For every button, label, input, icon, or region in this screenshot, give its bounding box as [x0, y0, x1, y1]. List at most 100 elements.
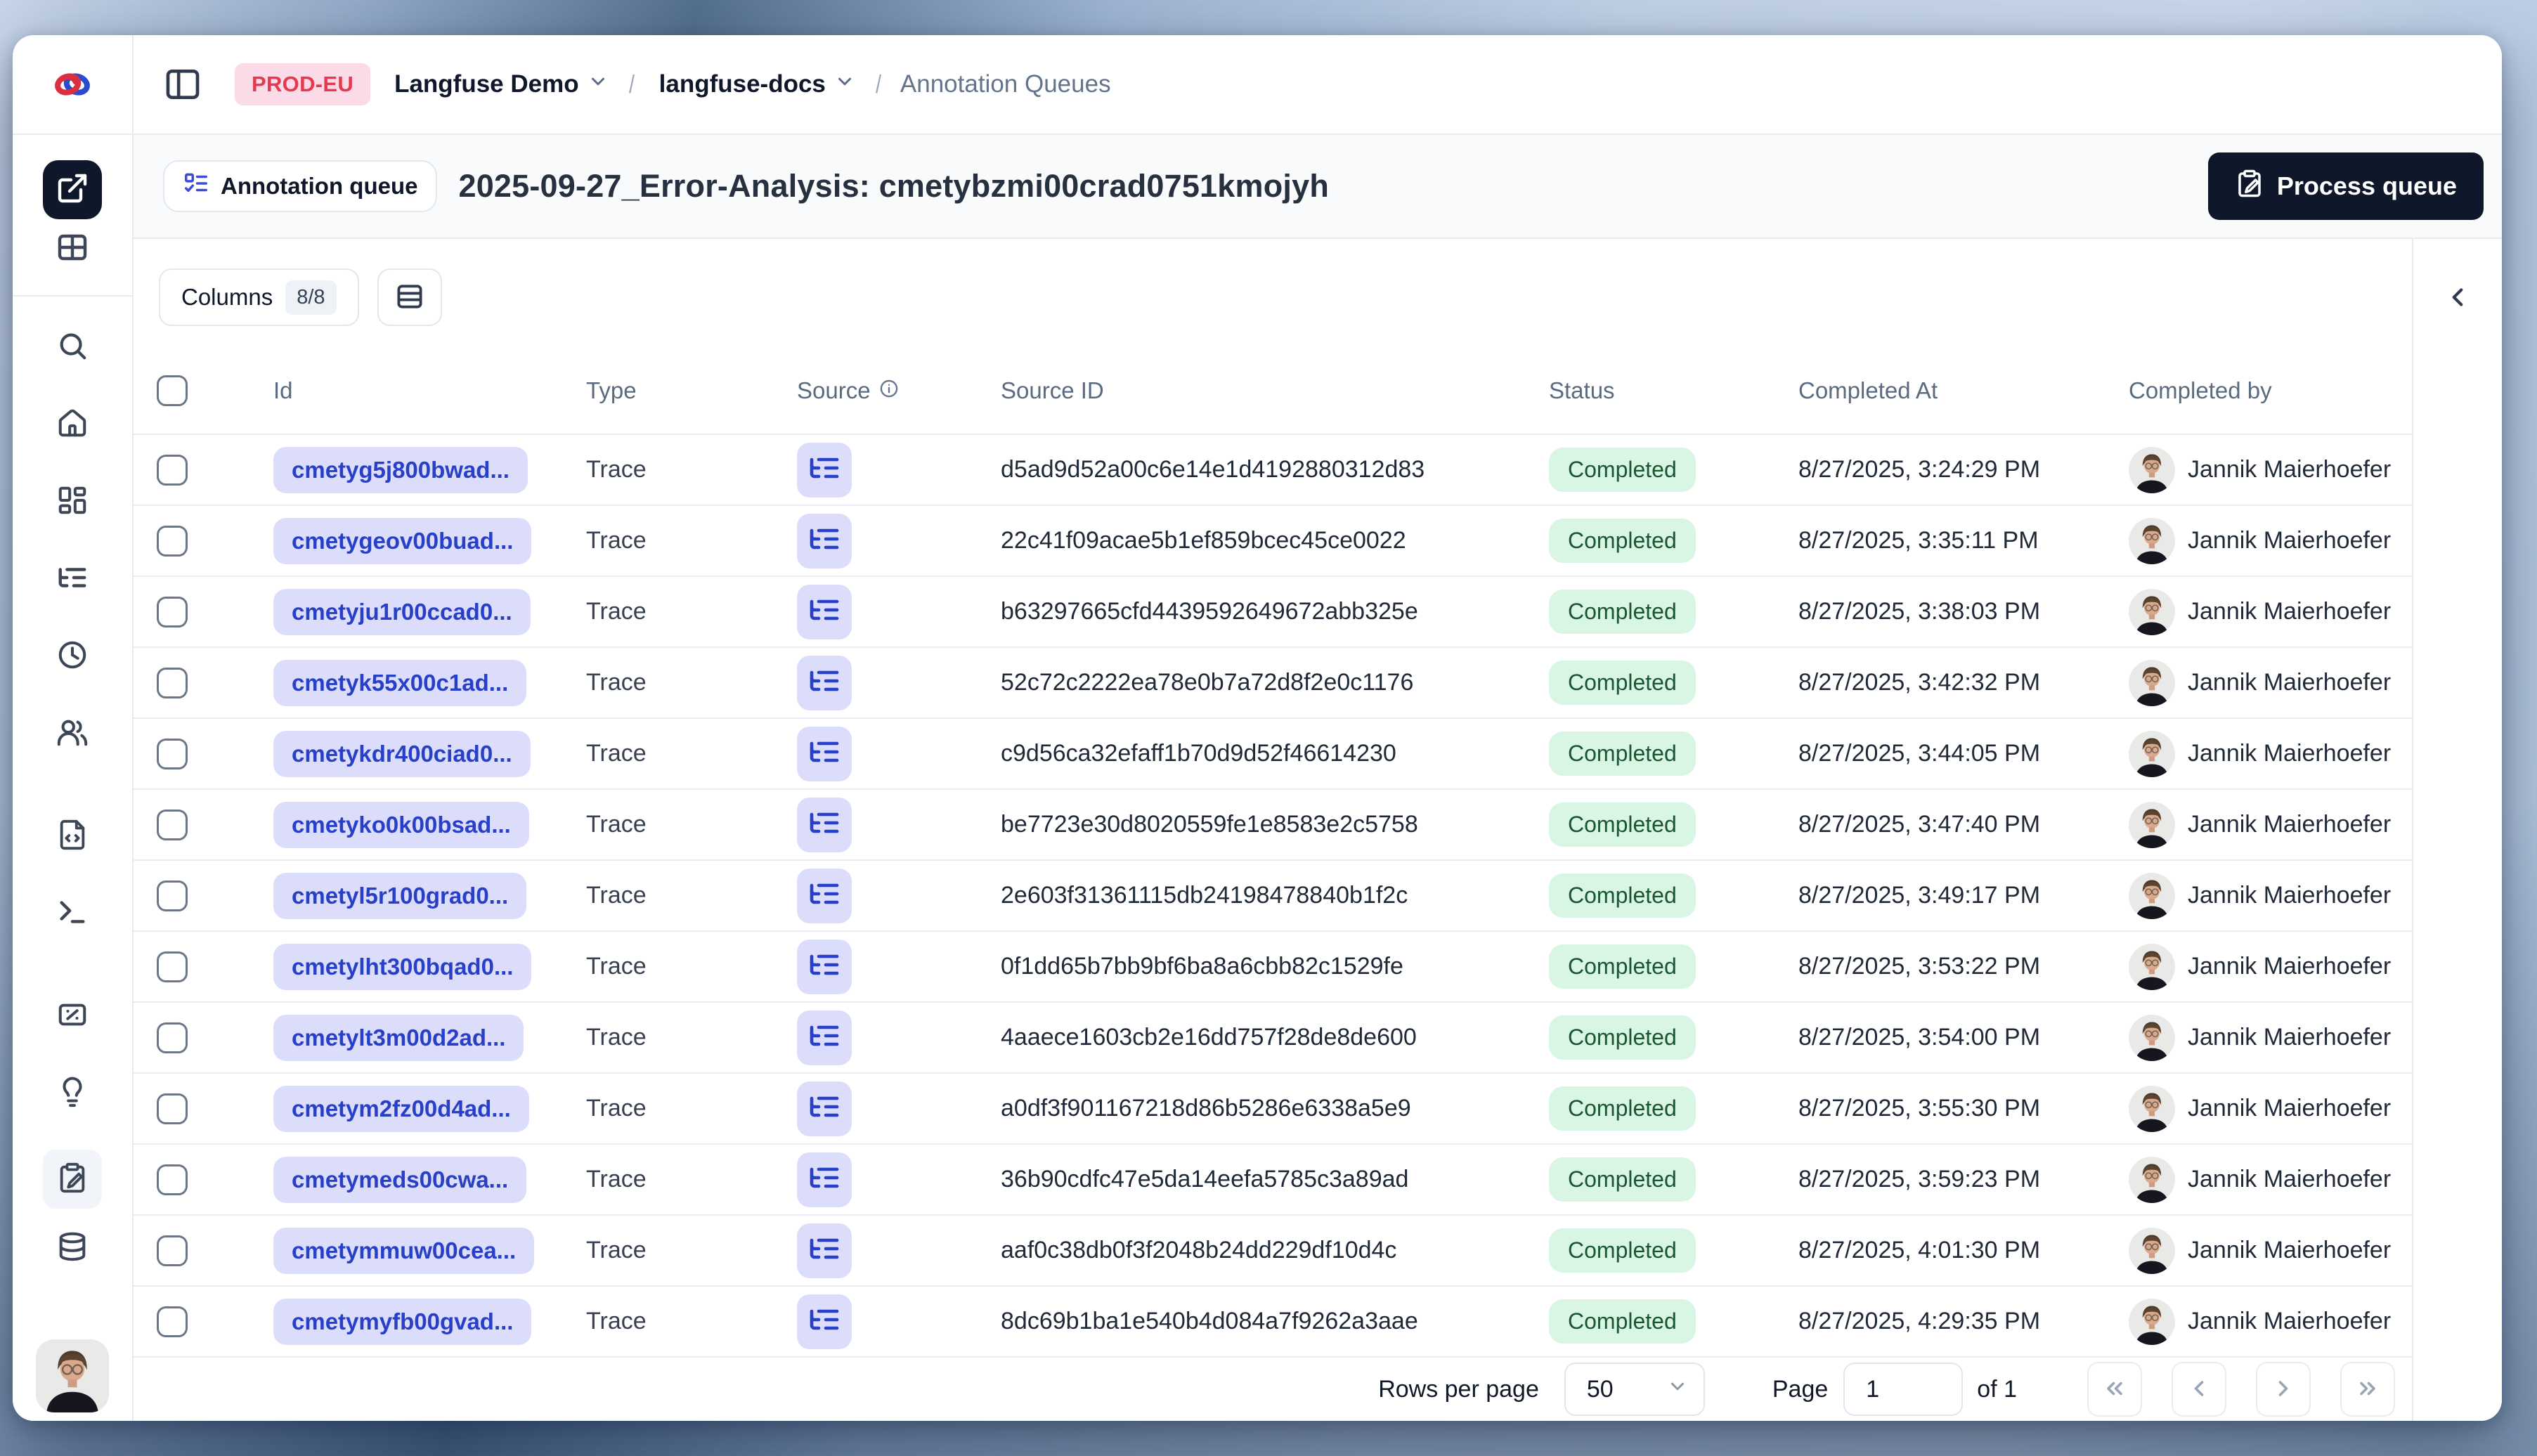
table-row[interactable]: cmetymeds00cwa... Trace 36b90cdfc47e5da1… — [134, 1145, 2412, 1216]
row-checkbox[interactable] — [157, 809, 188, 840]
sidebar-item-sessions[interactable] — [43, 635, 102, 677]
sidebar-item-datasets[interactable] — [43, 1227, 102, 1269]
row-checkbox[interactable] — [157, 1093, 188, 1124]
column-header-completed-by[interactable]: Completed by — [2105, 377, 2412, 404]
project-name: langfuse-docs — [658, 70, 826, 98]
row-id-badge[interactable]: cmetyg5j800bwad... — [273, 446, 528, 493]
row-id-badge[interactable]: cmetyk55x00c1ad... — [273, 659, 527, 706]
table-row[interactable]: cmetyk55x00c1ad... Trace 52c72c2222ea78e… — [134, 648, 2412, 719]
row-id-badge[interactable]: cmetyko0k00bsad... — [273, 801, 529, 848]
column-header-type[interactable]: Type — [562, 377, 773, 404]
open-in-new-button[interactable] — [43, 160, 102, 219]
org-switcher[interactable]: Langfuse Demo — [394, 70, 609, 98]
sidebar-item-home[interactable] — [43, 403, 102, 446]
source-trace-button[interactable] — [797, 1010, 852, 1065]
sidebar-item-tracing[interactable] — [43, 558, 102, 600]
list-tree-icon — [807, 1090, 841, 1127]
columns-button[interactable]: Columns 8/8 — [159, 268, 359, 326]
row-checkbox[interactable] — [157, 454, 188, 486]
row-id-badge[interactable]: cmetygeov00buad... — [273, 517, 532, 564]
first-page-button[interactable] — [2087, 1362, 2142, 1417]
row-id-badge[interactable]: cmetymyfb00gvad... — [273, 1298, 532, 1345]
page-number-input[interactable] — [1843, 1363, 1964, 1416]
source-trace-button[interactable] — [797, 1081, 852, 1136]
row-checkbox[interactable] — [157, 951, 188, 982]
row-id-badge[interactable]: cmetylht300bqad0... — [273, 943, 532, 990]
table-row[interactable]: cmetymyfb00gvad... Trace 8dc69b1ba1e540b… — [134, 1287, 2412, 1358]
user-avatar[interactable] — [36, 1339, 109, 1412]
source-trace-button[interactable] — [797, 655, 852, 710]
row-id-badge[interactable]: cmetyju1r00ccad0... — [273, 588, 531, 635]
external-link-icon — [56, 171, 89, 209]
row-source-id: 2e603f31361115db24198478840b1f2c — [1001, 882, 1408, 909]
column-header-status[interactable]: Status — [1525, 377, 1774, 404]
table-row[interactable]: cmetylht300bqad0... Trace 0f1dd65b7bb9bf… — [134, 932, 2412, 1003]
table-row[interactable]: cmetyl5r100grad0... Trace 2e603f31361115… — [134, 861, 2412, 932]
column-header-completed-at[interactable]: Completed At — [1774, 377, 2105, 404]
table-row[interactable]: cmetyju1r00ccad0... Trace b63297665cfd44… — [134, 577, 2412, 648]
table-row[interactable]: cmetylt3m00d2ad... Trace 4aaece1603cb2e1… — [134, 1003, 2412, 1074]
row-id-badge[interactable]: cmetykdr400ciad0... — [273, 730, 531, 777]
status-badge: Completed — [1549, 448, 1696, 492]
row-height-button[interactable] — [377, 268, 442, 326]
table-row[interactable]: cmetygeov00buad... Trace 22c41f09acae5b1… — [134, 506, 2412, 577]
source-trace-button[interactable] — [797, 513, 852, 568]
sidebar-item-dashboards[interactable] — [43, 481, 102, 523]
source-trace-button[interactable] — [797, 797, 852, 852]
sidebar-item-users[interactable] — [43, 713, 102, 755]
sidebar-item-evaluators[interactable] — [43, 995, 102, 1037]
source-trace-button[interactable] — [797, 939, 852, 994]
list-tree-icon — [807, 806, 841, 843]
row-checkbox[interactable] — [157, 1235, 188, 1266]
row-checkbox[interactable] — [157, 596, 188, 628]
next-page-button[interactable] — [2256, 1362, 2311, 1417]
row-checkbox[interactable] — [157, 525, 188, 557]
expand-panel-button[interactable] — [2435, 275, 2480, 320]
source-trace-button[interactable] — [797, 868, 852, 923]
langfuse-logo[interactable] — [13, 35, 132, 135]
source-trace-button[interactable] — [797, 726, 852, 781]
table-row[interactable]: cmetyg5j800bwad... Trace d5ad9d52a00c6e1… — [134, 435, 2412, 506]
page-count-label: of 1 — [1977, 1375, 2017, 1403]
row-checkbox[interactable] — [157, 738, 188, 769]
row-checkbox[interactable] — [157, 880, 188, 911]
table-row[interactable]: cmetymmuw00cea... Trace aaf0c38db0f3f204… — [134, 1216, 2412, 1287]
avatar — [2129, 944, 2175, 990]
row-id-badge[interactable]: cmetymmuw00cea... — [273, 1227, 535, 1274]
source-trace-button[interactable] — [797, 584, 852, 639]
process-queue-button[interactable]: Process queue — [2207, 152, 2484, 220]
select-all-checkbox[interactable] — [157, 375, 188, 406]
breadcrumb-section[interactable]: Annotation Queues — [900, 70, 1111, 98]
sidebar-item-playground[interactable] — [43, 892, 102, 935]
row-id-badge[interactable]: cmetym2fz00d4ad... — [273, 1085, 529, 1132]
app-window: PROD-EU Langfuse Demo / langfuse-docs / … — [13, 35, 2502, 1421]
sidebar-item-search[interactable] — [43, 326, 102, 368]
last-page-button[interactable] — [2340, 1362, 2395, 1417]
project-switcher[interactable]: langfuse-docs — [659, 70, 855, 98]
table-row[interactable]: cmetykdr400ciad0... Trace c9d56ca32efaff… — [134, 719, 2412, 790]
sidebar-toggle-icon[interactable] — [163, 65, 202, 104]
row-id-badge[interactable]: cmetymeds00cwa... — [273, 1156, 527, 1203]
rows-per-page-select[interactable]: 50 — [1564, 1363, 1705, 1416]
column-header-id[interactable]: Id — [249, 377, 562, 404]
row-checkbox[interactable] — [157, 667, 188, 698]
row-checkbox[interactable] — [157, 1164, 188, 1195]
row-checkbox[interactable] — [157, 1022, 188, 1053]
list-tree-icon — [807, 522, 841, 559]
sidebar-item-tables[interactable] — [43, 219, 102, 278]
source-trace-button[interactable] — [797, 1294, 852, 1349]
source-trace-button[interactable] — [797, 1152, 852, 1207]
row-checkbox[interactable] — [157, 1306, 188, 1337]
source-trace-button[interactable] — [797, 1223, 852, 1278]
row-id-badge[interactable]: cmetyl5r100grad0... — [273, 872, 527, 919]
column-header-source-id[interactable]: Source ID — [977, 377, 1525, 404]
sidebar-item-prompts[interactable] — [43, 815, 102, 857]
sidebar-item-annotation-queues[interactable] — [43, 1150, 102, 1209]
row-id-badge[interactable]: cmetylt3m00d2ad... — [273, 1014, 524, 1061]
table-row[interactable]: cmetym2fz00d4ad... Trace a0df3f901167218… — [134, 1074, 2412, 1145]
previous-page-button[interactable] — [2172, 1362, 2226, 1417]
source-trace-button[interactable] — [797, 442, 852, 498]
sidebar-item-insights[interactable] — [43, 1072, 102, 1114]
table-row[interactable]: cmetyko0k00bsad... Trace be7723e30d80205… — [134, 790, 2412, 861]
column-header-source[interactable]: Source — [773, 377, 977, 404]
